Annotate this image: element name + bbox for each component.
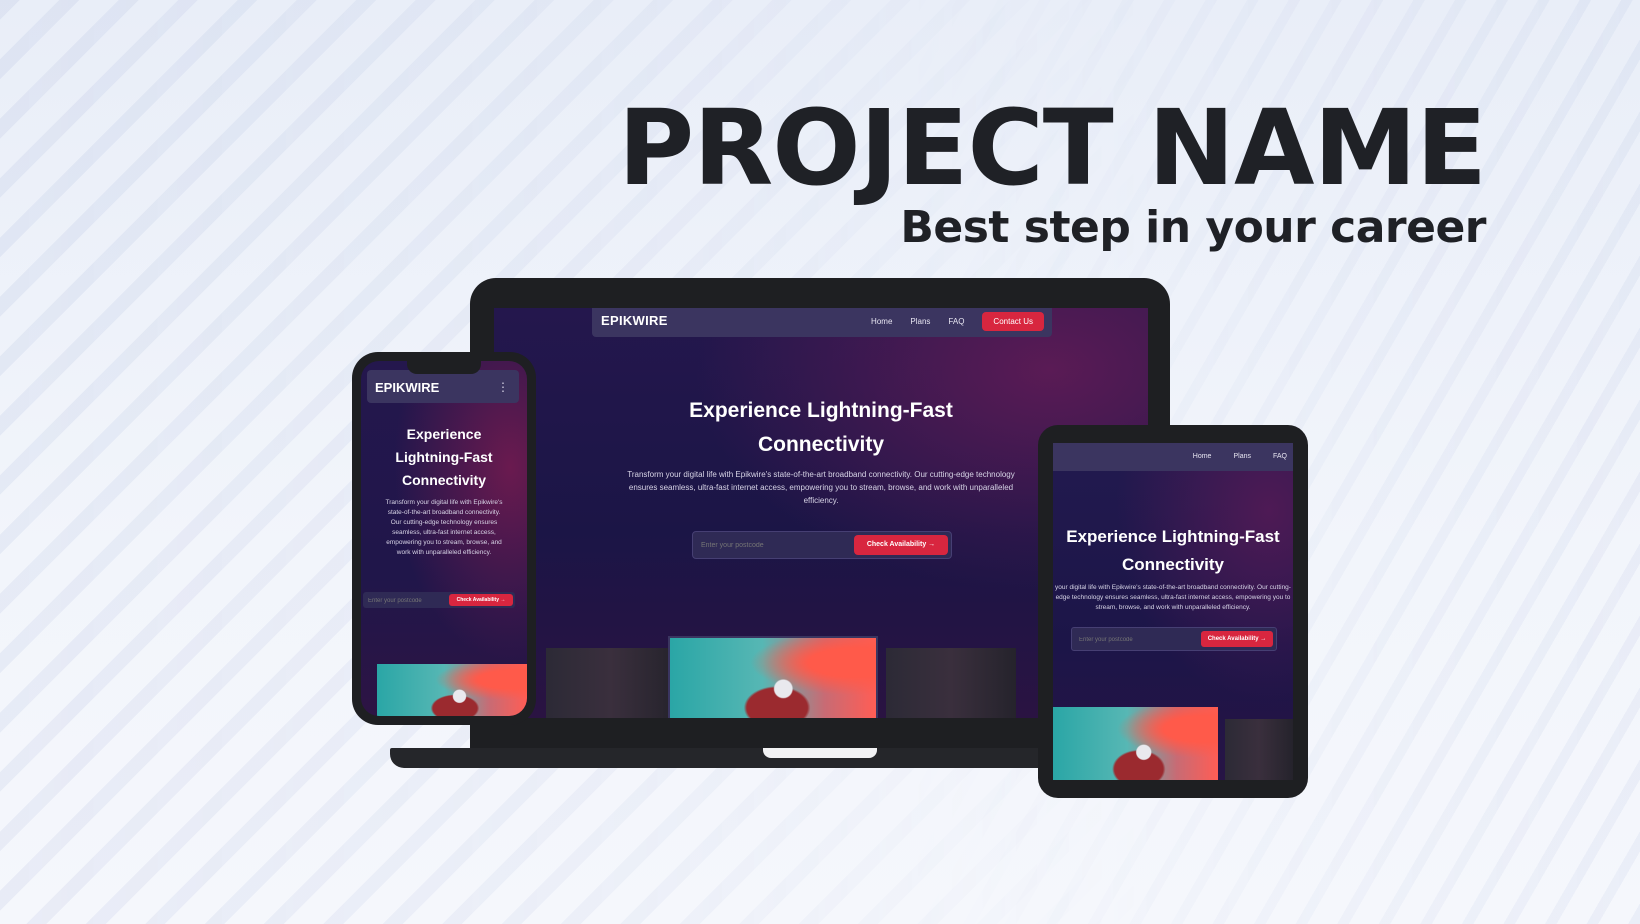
phone-hero-title-line-3: Connectivity bbox=[401, 472, 486, 488]
tablet-hero-description: your digital life with Epikwire's state-… bbox=[1055, 584, 1291, 611]
phone-screen: EPIKWIRE ⋮ Experience Lightning-Fast Con… bbox=[361, 361, 527, 716]
headline: PROJECT NAME Best step in your career bbox=[618, 87, 1487, 253]
phone-brand-logo[interactable]: EPIKWIRE bbox=[375, 380, 439, 395]
postcode-search: Check Availability → bbox=[692, 531, 952, 559]
tablet-nav-home[interactable]: Home bbox=[1193, 453, 1212, 460]
phone-notch bbox=[407, 361, 481, 374]
tablet-nav-plans[interactable]: Plans bbox=[1233, 453, 1251, 460]
phone-hero-description: Transform your digital life with Epikwir… bbox=[385, 499, 503, 556]
brand-logo[interactable]: EPIKWIRE bbox=[601, 313, 668, 328]
postcode-input[interactable] bbox=[699, 537, 843, 553]
hero-title-line-1: Experience Lightning-Fast bbox=[689, 399, 953, 422]
hero-description: Transform your digital life with Epikwir… bbox=[627, 470, 1015, 505]
phone-check-availability-button[interactable]: Check Availability → bbox=[449, 594, 513, 606]
tablet-navbar: Home Plans FAQ bbox=[1053, 443, 1293, 471]
laptop-trackpad-notch bbox=[763, 748, 877, 758]
tablet-hero-title: Experience Lightning-Fast Connectivity bbox=[1053, 523, 1293, 579]
phone-hero-title-line-1: Experience bbox=[406, 426, 482, 442]
phone-hero-image bbox=[377, 664, 527, 716]
project-subtitle: Best step in your career bbox=[900, 202, 1486, 253]
tablet-screen: Home Plans FAQ Experience Lightning-Fast… bbox=[1053, 443, 1293, 780]
nav-home[interactable]: Home bbox=[871, 317, 892, 326]
contact-us-button[interactable]: Contact Us bbox=[982, 312, 1044, 331]
menu-icon[interactable]: ⋮ bbox=[497, 380, 509, 394]
phone-hero-title: Experience Lightning-Fast Connectivity bbox=[361, 423, 527, 492]
nav-plans[interactable]: Plans bbox=[910, 317, 930, 326]
nav-links: Home Plans FAQ Contact Us bbox=[871, 312, 1044, 331]
phone-postcode-search: Check Availability → bbox=[363, 592, 515, 608]
tablet-nav-faq[interactable]: FAQ bbox=[1273, 453, 1287, 460]
hero-image-left bbox=[546, 648, 676, 718]
tablet-hero-image-right bbox=[1225, 719, 1293, 780]
tablet-hero-title-line-1: Experience Lightning-Fast bbox=[1066, 527, 1280, 546]
hero-image-center bbox=[668, 636, 878, 718]
project-title: PROJECT NAME bbox=[618, 87, 1487, 209]
tablet-postcode-input[interactable] bbox=[1077, 632, 1191, 648]
phone-navbar: EPIKWIRE ⋮ bbox=[367, 370, 519, 403]
hero-image-right bbox=[886, 648, 1016, 718]
tablet-check-availability-button[interactable]: Check Availability → bbox=[1201, 631, 1273, 647]
tablet-postcode-search: Check Availability → bbox=[1071, 627, 1277, 651]
tablet-nav-links: Home Plans FAQ bbox=[1193, 453, 1287, 460]
phone-postcode-input[interactable] bbox=[366, 594, 446, 608]
nav-faq[interactable]: FAQ bbox=[948, 317, 964, 326]
tablet-hero-title-line-2: Connectivity bbox=[1121, 555, 1225, 574]
check-availability-button[interactable]: Check Availability → bbox=[854, 535, 948, 555]
tablet-hero-image bbox=[1053, 707, 1218, 780]
phone-frame: EPIKWIRE ⋮ Experience Lightning-Fast Con… bbox=[352, 352, 536, 725]
phone-hero-title-line-2: Lightning-Fast bbox=[395, 449, 493, 465]
tablet-frame: Home Plans FAQ Experience Lightning-Fast… bbox=[1038, 425, 1308, 798]
site-navbar: EPIKWIRE Home Plans FAQ Contact Us bbox=[592, 308, 1052, 337]
